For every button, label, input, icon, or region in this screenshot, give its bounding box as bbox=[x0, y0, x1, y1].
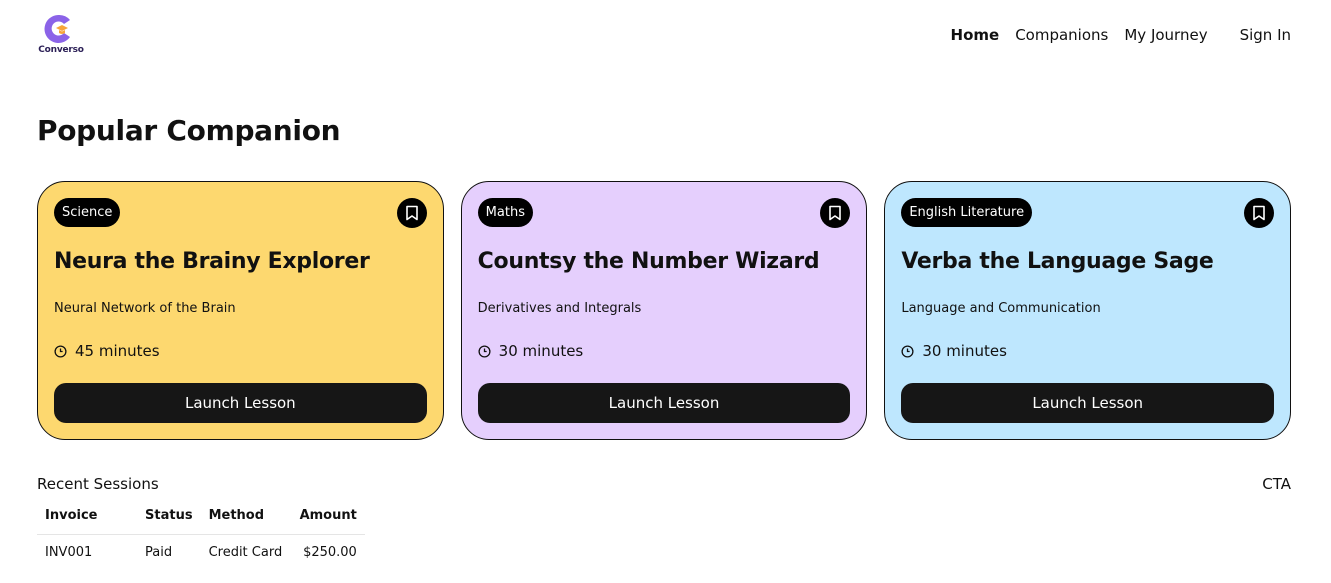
recent-sessions-title: Recent Sessions bbox=[37, 475, 159, 493]
sessions-table: Invoice Status Method Amount INV001 Paid… bbox=[37, 498, 365, 570]
launch-lesson-button[interactable]: Launch Lesson bbox=[901, 383, 1275, 423]
subject-badge: English Literature bbox=[901, 198, 1033, 227]
bookmark-button[interactable] bbox=[1244, 198, 1275, 228]
companion-card: Maths Countsy the Number Wizard Derivati… bbox=[460, 181, 868, 440]
column-header-invoice: Invoice bbox=[45, 508, 98, 524]
column-header-status: Status bbox=[145, 508, 193, 524]
sign-in-button[interactable]: Sign In bbox=[1240, 26, 1291, 44]
table-row: INV001 Paid Credit Card $250.00 bbox=[37, 534, 365, 570]
launch-lesson-button[interactable]: Launch Lesson bbox=[477, 383, 851, 423]
table-header-row: Invoice Status Method Amount bbox=[37, 498, 365, 534]
cta-link[interactable]: CTA bbox=[1262, 475, 1291, 493]
bookmark-icon bbox=[405, 205, 418, 221]
duration: 45 minutes bbox=[54, 342, 160, 360]
launch-lesson-button[interactable]: Launch Lesson bbox=[54, 383, 427, 423]
method-cell: Credit Card bbox=[208, 544, 283, 560]
companion-name: Countsy the Number Wizard bbox=[477, 249, 820, 274]
main-nav: Home Companions My Journey Sign In bbox=[951, 25, 1291, 45]
subject-badge: Science bbox=[54, 198, 121, 227]
logo-mark-icon bbox=[44, 14, 70, 43]
bookmark-icon bbox=[1253, 205, 1265, 221]
page-title: Popular Companion bbox=[37, 114, 341, 147]
companion-card: English Literature Verba the Language Sa… bbox=[884, 181, 1292, 440]
companion-topic: Neural Network of the Brain bbox=[54, 301, 236, 316]
bookmark-button[interactable] bbox=[820, 198, 851, 228]
duration-text: 45 minutes bbox=[75, 342, 160, 360]
column-header-method: Method bbox=[208, 508, 265, 524]
bookmark-button[interactable] bbox=[396, 198, 427, 228]
brand-name: Converso bbox=[38, 45, 84, 55]
subject-badge: Maths bbox=[477, 198, 533, 227]
nav-companions[interactable]: Companions bbox=[1015, 26, 1108, 44]
column-header-amount: Amount bbox=[299, 508, 357, 524]
clock-icon bbox=[478, 344, 491, 358]
duration: 30 minutes bbox=[478, 342, 584, 360]
brand-logo[interactable]: Converso bbox=[38, 13, 84, 59]
clock-icon bbox=[54, 344, 67, 358]
invoice-cell: INV001 bbox=[45, 544, 93, 560]
companion-topic: Derivatives and Integrals bbox=[477, 301, 642, 316]
companion-card: Science Neura the Brainy Explorer Neural… bbox=[37, 181, 444, 440]
status-cell: Paid bbox=[145, 544, 173, 560]
companion-name: Verba the Language Sage bbox=[901, 249, 1214, 274]
duration: 30 minutes bbox=[901, 342, 1007, 360]
companion-cards: Science Neura the Brainy Explorer Neural… bbox=[37, 181, 1292, 440]
companion-name: Neura the Brainy Explorer bbox=[54, 249, 370, 274]
nav-my-journey[interactable]: My Journey bbox=[1124, 26, 1207, 44]
companion-topic: Language and Communication bbox=[901, 301, 1101, 316]
duration-text: 30 minutes bbox=[922, 342, 1007, 360]
nav-home[interactable]: Home bbox=[951, 26, 1000, 44]
bookmark-icon bbox=[829, 205, 842, 221]
duration-text: 30 minutes bbox=[498, 342, 584, 360]
clock-icon bbox=[901, 344, 914, 358]
amount-cell: $250.00 bbox=[303, 544, 357, 560]
